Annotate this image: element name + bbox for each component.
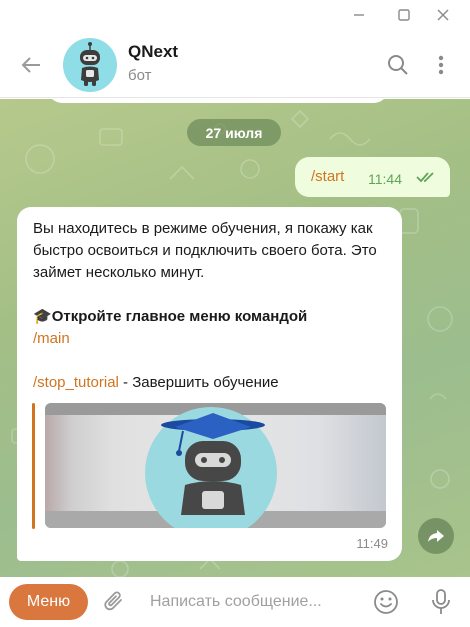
more-vertical-icon[interactable]	[424, 48, 458, 82]
link-preview-image[interactable]	[45, 403, 386, 528]
outgoing-message-time: 11:44	[368, 171, 402, 187]
link-preview-accent-bar	[32, 403, 35, 529]
double-check-icon	[415, 169, 439, 190]
main-menu-hint-text: Откройте главное меню командой	[51, 308, 308, 325]
incoming-message-time: 11:49	[356, 536, 388, 551]
outgoing-message[interactable]: /start 11:44	[295, 157, 450, 197]
back-arrow-icon[interactable]	[14, 48, 48, 82]
chat-area[interactable]: 27 июля /start 11:44 Вы находитесь в реж…	[0, 99, 470, 577]
tutorial-intro-text: Вы находитесь в режиме обучения, я покаж…	[33, 220, 377, 281]
share-arrow-icon[interactable]	[418, 518, 454, 554]
close-icon[interactable]	[425, 0, 461, 30]
command-main-link[interactable]: /main	[33, 330, 70, 347]
chat-title[interactable]: QNext	[128, 42, 178, 62]
bot-menu-button[interactable]: Меню	[9, 584, 88, 620]
graduation-cap-emoji: 🎓	[33, 308, 52, 325]
window-titlebar	[0, 0, 470, 30]
stop-tutorial-description: - Завершить обучение	[118, 374, 279, 391]
chat-header: QNext бот	[0, 30, 470, 98]
date-separator: 27 июля	[187, 119, 281, 146]
minimize-icon[interactable]	[341, 0, 377, 30]
chat-subtitle: бот	[128, 67, 152, 84]
link-preview[interactable]	[32, 403, 387, 529]
message-composer: Меню	[0, 577, 470, 627]
command-stop-tutorial-link[interactable]: /stop_tutorial	[33, 374, 119, 391]
paperclip-icon[interactable]	[98, 585, 132, 619]
outgoing-message-text[interactable]: /start	[311, 168, 344, 185]
search-icon[interactable]	[381, 48, 415, 82]
microphone-icon[interactable]	[424, 585, 458, 619]
bot-avatar[interactable]	[63, 38, 117, 92]
message-input[interactable]	[150, 587, 360, 617]
emoji-icon[interactable]	[369, 585, 403, 619]
previous-message-bubble	[48, 99, 388, 103]
maximize-icon[interactable]	[386, 0, 422, 30]
incoming-message-text: Вы находитесь в режиме обучения, я покаж…	[33, 218, 393, 394]
main-menu-hint: 🎓Откройте главное меню командой	[33, 306, 393, 328]
incoming-message[interactable]: Вы находитесь в режиме обучения, я покаж…	[17, 207, 402, 561]
